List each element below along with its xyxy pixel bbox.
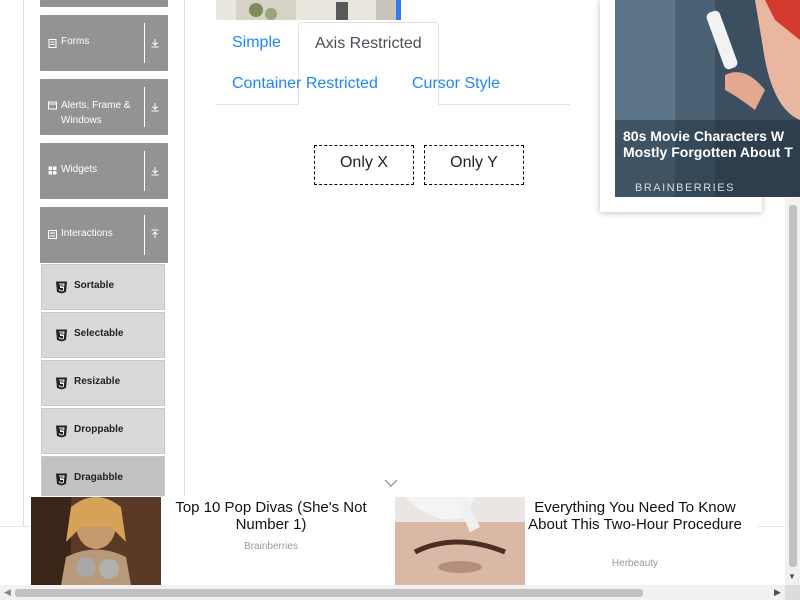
sidebar-group-elements[interactable] <box>40 0 168 7</box>
bottom-ad-source-1: Brainberries <box>244 541 298 552</box>
html5-icon <box>56 281 67 294</box>
sidebar-item-label: Droppable <box>74 424 124 435</box>
chevron-down-icon[interactable] <box>384 478 398 488</box>
page: Forms Alerts, Frame & Windows Widgets In… <box>0 0 800 600</box>
tab-cursor-style[interactable]: Cursor Style <box>412 75 500 93</box>
sidebar-group-label: Forms <box>61 36 90 47</box>
scrollbar-corner <box>785 585 800 600</box>
collapse-icon[interactable] <box>150 229 160 239</box>
group-separator <box>144 151 145 191</box>
sidebar-group-interactions[interactable]: Interactions <box>40 207 168 263</box>
sidebar-item-sortable[interactable]: Sortable <box>41 264 165 310</box>
bottom-ad-image-1[interactable] <box>31 497 161 585</box>
bottom-ad-source-2: Herbeauty <box>611 558 659 569</box>
left-border <box>23 0 24 600</box>
bottom-ad-image-2[interactable] <box>395 497 525 585</box>
sidebar-group-label-line2: Windows <box>61 115 102 126</box>
tab-label: Axis Restricted <box>315 35 422 52</box>
side-ad-title-line1: 80s Movie Characters W <box>623 128 785 144</box>
side-ad-photo <box>615 0 800 197</box>
only-x-draggable[interactable]: Only X <box>314 145 414 185</box>
interactions-icon <box>48 230 57 239</box>
side-ad-source: BRAINBERRIES <box>635 182 735 194</box>
tab-simple[interactable]: Simple <box>232 34 281 52</box>
horizontal-scrollbar-thumb[interactable] <box>15 589 643 597</box>
html5-icon <box>56 425 67 438</box>
html5-icon <box>56 377 67 390</box>
group-separator <box>144 215 145 255</box>
only-y-draggable[interactable]: Only Y <box>424 145 524 185</box>
sidebar-item-droppable[interactable]: Droppable <box>41 408 165 454</box>
side-ad-title-line2: Mostly Forgotten About T <box>623 144 793 160</box>
sidebar-item-label: Selectable <box>74 328 124 339</box>
group-separator <box>144 87 145 127</box>
bottom-ad-title-1[interactable]: Top 10 Pop Divas (She's Not Number 1) <box>165 499 377 533</box>
sidebar-item-label: Dragabble <box>74 472 123 483</box>
expand-icon[interactable] <box>150 102 160 112</box>
bottom-ad-title-2[interactable]: Everything You Need To Know About This T… <box>526 499 744 533</box>
window-icon <box>48 101 57 110</box>
sidebar-group-label: Widgets <box>61 164 98 175</box>
sidebar-group-forms[interactable]: Forms <box>40 15 168 71</box>
scroll-left-arrow-icon[interactable]: ◀ <box>4 587 11 598</box>
grid-icon <box>48 166 57 175</box>
side-ad-image[interactable] <box>615 0 800 197</box>
form-icon <box>48 39 57 48</box>
scroll-down-arrow-icon[interactable]: ▼ <box>788 572 796 581</box>
sidebar-group-alerts-frame-windows[interactable]: Alerts, Frame & Windows <box>40 79 168 135</box>
procedure-photo <box>395 497 525 585</box>
sidebar-group-label: Interactions <box>61 228 113 239</box>
group-separator <box>144 23 145 63</box>
expand-icon[interactable] <box>150 38 160 48</box>
html5-icon <box>56 473 67 486</box>
sidebar-item-selectable[interactable]: Selectable <box>41 312 165 358</box>
expand-icon[interactable] <box>150 166 160 176</box>
vertical-scrollbar-thumb[interactable] <box>789 205 797 567</box>
sidebar-group-label-line1: Alerts, Frame & <box>61 100 131 111</box>
banner-photo <box>216 0 401 20</box>
banner-accent <box>396 0 401 20</box>
pop-diva-photo <box>31 497 161 585</box>
html5-icon <box>56 329 67 342</box>
sidebar-group-widgets[interactable]: Widgets <box>40 143 168 199</box>
tab-container-restricted[interactable]: Container Restricted <box>232 75 378 93</box>
top-banner-image[interactable] <box>216 0 401 20</box>
sidebar-item-label: Resizable <box>74 376 121 387</box>
side-ad-title[interactable]: 80s Movie Characters W Mostly Forgotten … <box>623 128 798 160</box>
scroll-right-arrow-icon[interactable]: ▶ <box>774 587 781 598</box>
sidebar-item-resizable[interactable]: Resizable <box>41 360 165 406</box>
sidebar-item-label: Sortable <box>74 280 115 291</box>
